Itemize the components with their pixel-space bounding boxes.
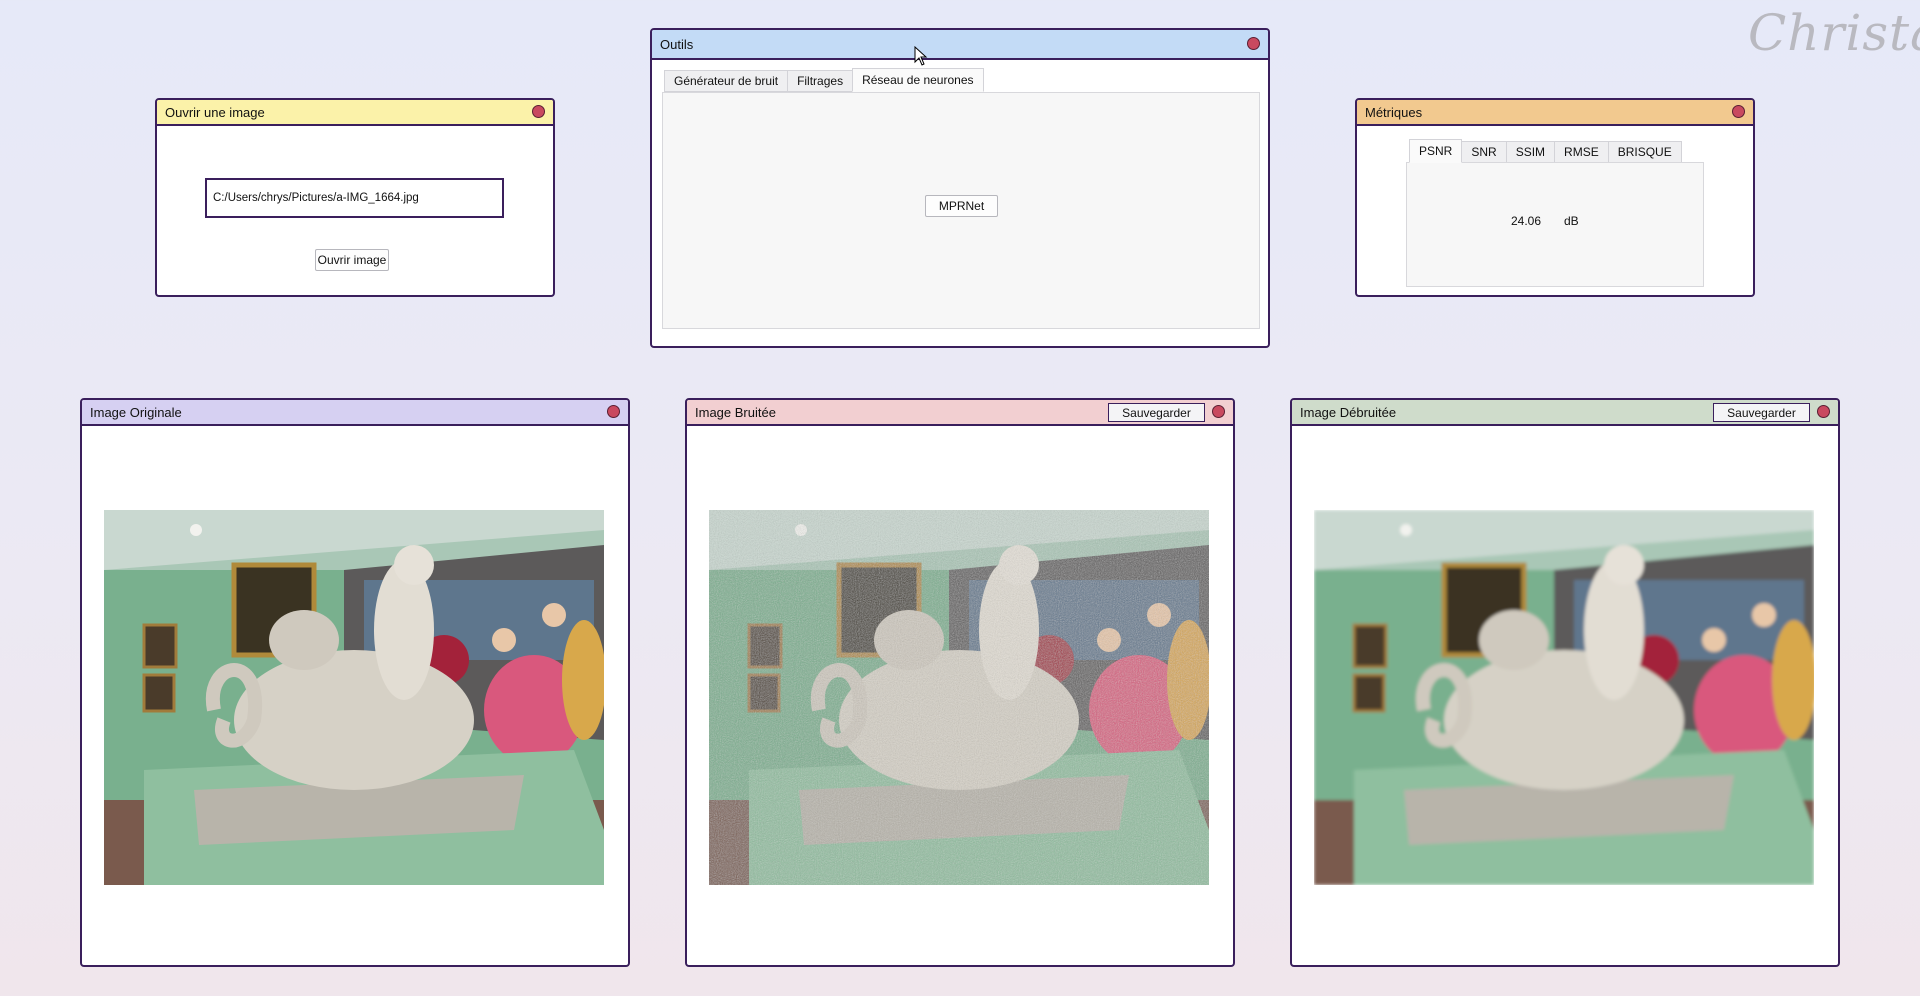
tab-filters[interactable]: Filtrages [787,70,854,92]
window-title: Image Originale [90,404,182,420]
metric-unit: dB [1564,214,1579,228]
noisy-image-titlebar[interactable]: Image Bruitée Sauvegarder [687,400,1233,426]
window-title: Ouvrir une image [165,104,265,120]
window-title: Image Bruitée [695,404,776,420]
metrics-tabs: PSNR SNR SSIM RMSE BRISQUE [1409,139,1682,163]
original-image-window: Image Originale [80,398,630,967]
close-icon[interactable] [607,405,620,418]
christal-logo: Christal [1748,4,1920,62]
tools-window: Outils Générateur de bruit Filtrages Rés… [650,28,1270,348]
window-title: Image Débruitée [1300,404,1397,420]
tab-brisque[interactable]: BRISQUE [1607,141,1682,163]
save-button[interactable]: Sauvegarder [1108,403,1205,422]
open-image-button[interactable]: Ouvrir image [315,249,389,271]
tools-tabs: Générateur de bruit Filtrages Réseau de … [664,68,984,92]
metrics-titlebar[interactable]: Métriques [1357,100,1753,126]
window-title: Métriques [1365,104,1423,120]
close-icon[interactable] [1212,405,1225,418]
tab-rmse[interactable]: RMSE [1554,141,1609,163]
original-image [104,510,604,885]
noisy-image-window: Image Bruitée Sauvegarder [685,398,1235,967]
tab-neural-network[interactable]: Réseau de neurones [852,68,984,92]
mprnet-button[interactable]: MPRNet [925,195,998,217]
denoised-image-titlebar[interactable]: Image Débruitée Sauvegarder [1292,400,1838,426]
tools-titlebar[interactable]: Outils [652,30,1268,60]
mouse-cursor-icon [914,46,928,66]
tab-noise-generator[interactable]: Générateur de bruit [664,70,789,92]
noisy-image [709,510,1209,885]
denoised-image-window: Image Débruitée Sauvegarder [1290,398,1840,967]
tab-ssim[interactable]: SSIM [1505,141,1556,163]
image-path-input[interactable]: C:/Users/chrys/Pictures/a-IMG_1664.jpg [205,178,504,218]
close-icon[interactable] [1732,105,1745,118]
psnr-panel: 24.06 dB [1406,162,1704,287]
metric-value: 24.06 [1511,214,1542,228]
original-image-titlebar[interactable]: Image Originale [82,400,628,426]
window-title: Outils [660,36,694,52]
metrics-window: Métriques PSNR SNR SSIM RMSE BRISQUE 24.… [1355,98,1755,297]
tab-snr[interactable]: SNR [1461,141,1507,163]
tab-psnr[interactable]: PSNR [1409,139,1463,163]
close-icon[interactable] [1247,37,1260,50]
denoised-image [1314,510,1814,885]
open-image-titlebar[interactable]: Ouvrir une image [157,100,553,126]
neural-network-panel: MPRNet [662,92,1260,329]
close-icon[interactable] [532,105,545,118]
open-image-window: Ouvrir une image C:/Users/chrys/Pictures… [155,98,555,297]
close-icon[interactable] [1817,405,1830,418]
save-button[interactable]: Sauvegarder [1713,403,1810,422]
